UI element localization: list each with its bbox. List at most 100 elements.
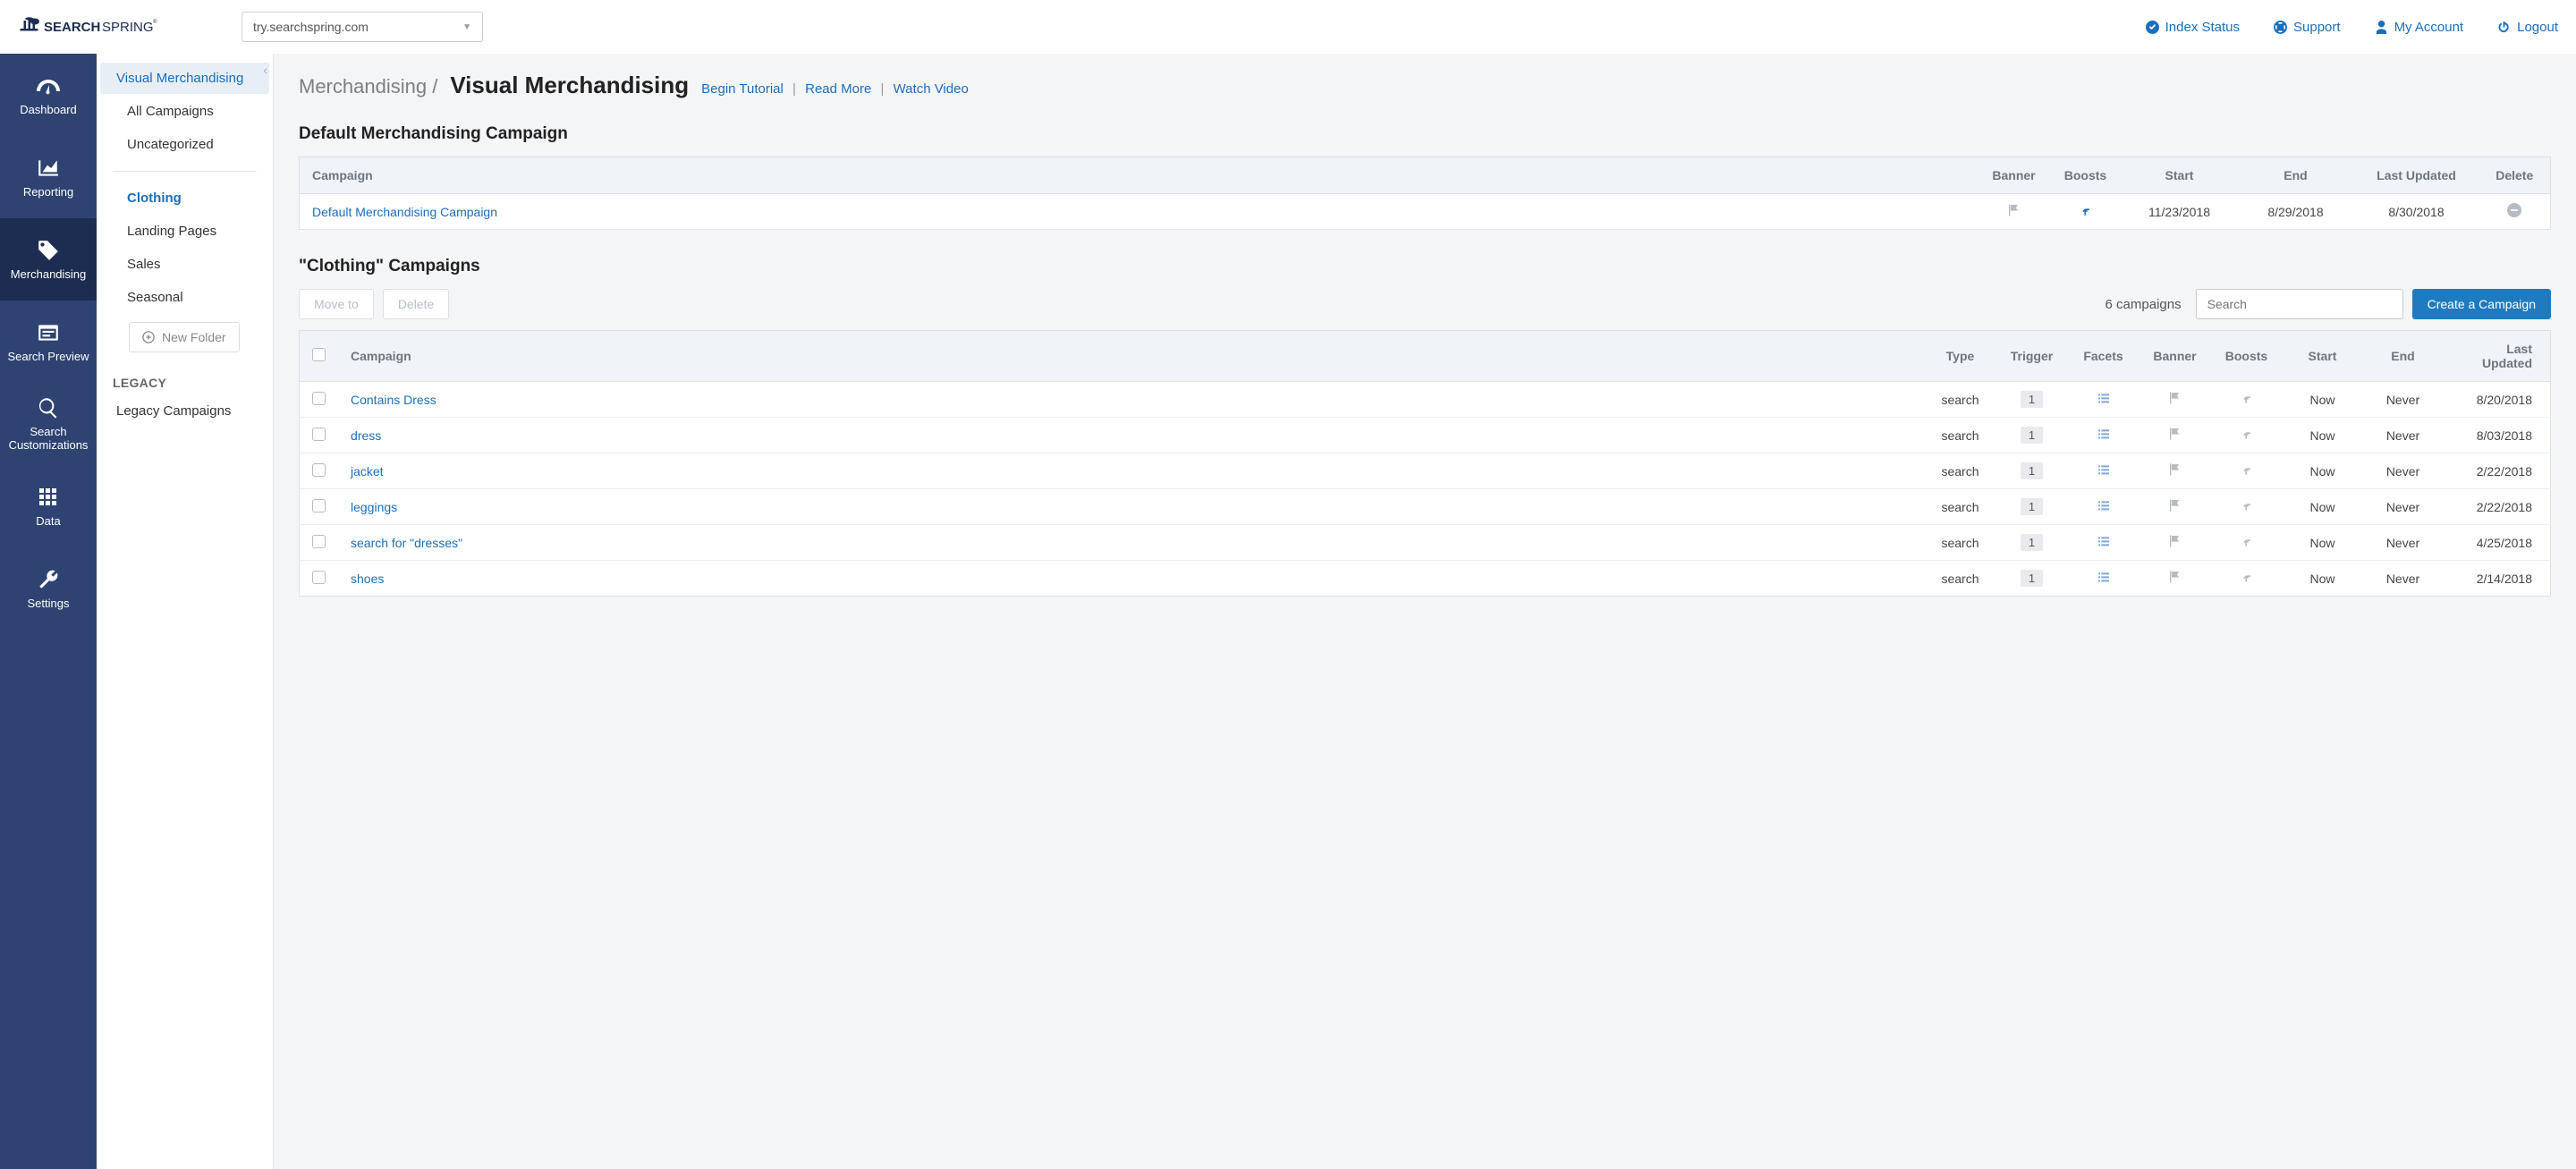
- nav-logout[interactable]: Logout: [2497, 20, 2558, 35]
- boosts-cell: [2211, 453, 2283, 489]
- site-selector[interactable]: try.searchspring.com ▼: [242, 12, 483, 42]
- col-type[interactable]: Type: [1925, 331, 1996, 382]
- banner-cell: [2140, 561, 2211, 597]
- subnav-all-campaigns[interactable]: All Campaigns: [100, 96, 269, 127]
- select-all-checkbox[interactable]: [312, 348, 326, 361]
- rail-search-customizations[interactable]: Search Customizations: [0, 383, 97, 465]
- delete-button[interactable]: Delete: [383, 289, 449, 319]
- delete-cell[interactable]: [2479, 194, 2551, 230]
- flag-icon: [2168, 427, 2182, 441]
- nav-support[interactable]: Support: [2274, 20, 2341, 35]
- last-updated-cell: 8/30/2018: [2354, 194, 2479, 230]
- col-campaign[interactable]: Campaign: [338, 331, 1925, 382]
- subnav-clothing[interactable]: Clothing: [100, 182, 269, 214]
- last-updated-cell: 4/25/2018: [2444, 525, 2551, 561]
- campaign-link[interactable]: jacket: [351, 464, 384, 479]
- boost-icon: [2240, 427, 2254, 441]
- subnav-uncategorized[interactable]: Uncategorized: [100, 129, 269, 160]
- col-banner[interactable]: Banner: [2140, 331, 2211, 382]
- campaign-link[interactable]: dress: [351, 428, 381, 443]
- facets-cell: [2068, 382, 2140, 418]
- table-row: shoessearch1NowNever2/14/2018: [300, 561, 2551, 597]
- col-banner: Banner: [1979, 157, 2050, 194]
- campaign-link[interactable]: Contains Dress: [351, 393, 436, 407]
- flag-icon: [2168, 462, 2182, 477]
- minus-circle-icon: [2507, 203, 2521, 217]
- type-cell: search: [1925, 561, 1996, 597]
- rail-reporting[interactable]: Reporting: [0, 136, 97, 218]
- subnav-sales[interactable]: Sales: [100, 249, 269, 280]
- gauge-icon: [37, 74, 60, 97]
- subnav-landing-pages[interactable]: Landing Pages: [100, 216, 269, 247]
- table-row: search for "dresses"search1NowNever4/25/…: [300, 525, 2551, 561]
- logo[interactable]: SEARCH SPRING ®: [18, 9, 215, 45]
- col-boosts[interactable]: Boosts: [2211, 331, 2283, 382]
- campaign-link[interactable]: search for "dresses": [351, 536, 462, 550]
- col-last-updated: Last Updated: [2354, 157, 2479, 194]
- page-title: Visual Merchandising: [450, 72, 689, 99]
- facets-cell: [2068, 561, 2140, 597]
- grid-icon: [37, 486, 60, 509]
- banner-cell: [2140, 489, 2211, 525]
- subnav-legacy-campaigns[interactable]: Legacy Campaigns: [100, 395, 269, 427]
- create-campaign-button[interactable]: Create a Campaign: [2412, 289, 2551, 319]
- col-facets[interactable]: Facets: [2068, 331, 2140, 382]
- row-checkbox[interactable]: [312, 428, 326, 441]
- svg-text:SEARCH: SEARCH: [44, 20, 100, 35]
- preview-icon: [37, 321, 60, 344]
- collapse-subnav-icon[interactable]: ‹: [263, 63, 267, 77]
- col-trigger[interactable]: Trigger: [1996, 331, 2068, 382]
- search-input[interactable]: [2196, 289, 2403, 319]
- rail-settings[interactable]: Settings: [0, 547, 97, 630]
- boosts-cell: [2211, 418, 2283, 453]
- table-row: leggingssearch1NowNever2/22/2018: [300, 489, 2551, 525]
- default-section-title: Default Merchandising Campaign: [299, 124, 2551, 144]
- boosts-cell: [2050, 194, 2122, 230]
- campaign-count: 6 campaigns: [2106, 297, 2182, 312]
- start-cell: Now: [2283, 453, 2363, 489]
- nav-my-account[interactable]: My Account: [2375, 20, 2464, 35]
- col-last-updated[interactable]: Last Updated: [2444, 331, 2551, 382]
- subnav: ‹ Visual Merchandising All Campaigns Unc…: [97, 54, 274, 1169]
- col-end[interactable]: End: [2363, 331, 2444, 382]
- rail-dashboard[interactable]: Dashboard: [0, 54, 97, 136]
- campaign-link[interactable]: Default Merchandising Campaign: [312, 205, 497, 219]
- new-folder-button[interactable]: New Folder: [129, 322, 240, 352]
- link-watch-video[interactable]: Watch Video: [894, 81, 969, 97]
- row-checkbox[interactable]: [312, 463, 326, 477]
- rail-search-preview[interactable]: Search Preview: [0, 301, 97, 383]
- chart-icon: [37, 157, 60, 180]
- boost-icon: [2240, 391, 2254, 405]
- col-delete: Delete: [2479, 157, 2551, 194]
- rail-data[interactable]: Data: [0, 465, 97, 547]
- trigger-cell: 1: [1996, 453, 2068, 489]
- type-cell: search: [1925, 418, 1996, 453]
- svg-text:SPRING: SPRING: [102, 20, 154, 35]
- start-cell: 11/23/2018: [2122, 194, 2238, 230]
- col-start[interactable]: Start: [2283, 331, 2363, 382]
- end-cell: Never: [2363, 418, 2444, 453]
- main-rail: Dashboard Reporting Merchandising Search…: [0, 54, 97, 1169]
- campaign-link[interactable]: leggings: [351, 500, 397, 514]
- flag-icon: [2168, 534, 2182, 548]
- start-cell: Now: [2283, 382, 2363, 418]
- facets-cell: [2068, 453, 2140, 489]
- move-to-button[interactable]: Move to: [299, 289, 374, 319]
- col-checkbox: [300, 331, 339, 382]
- link-read-more[interactable]: Read More: [805, 81, 871, 97]
- subnav-visual-merchandising[interactable]: Visual Merchandising: [100, 63, 269, 94]
- campaign-link[interactable]: shoes: [351, 572, 384, 586]
- rail-merchandising[interactable]: Merchandising: [0, 218, 97, 301]
- nav-index-status[interactable]: Index Status: [2146, 20, 2240, 35]
- facets-cell: [2068, 418, 2140, 453]
- clothing-campaign-table: Campaign Type Trigger Facets Banner Boos…: [299, 330, 2551, 597]
- start-cell: Now: [2283, 418, 2363, 453]
- subnav-seasonal[interactable]: Seasonal: [100, 282, 269, 313]
- row-checkbox[interactable]: [312, 392, 326, 405]
- row-checkbox[interactable]: [312, 499, 326, 512]
- row-checkbox[interactable]: [312, 535, 326, 548]
- trigger-cell: 1: [1996, 489, 2068, 525]
- row-checkbox[interactable]: [312, 571, 326, 584]
- boost-icon: [2240, 534, 2254, 548]
- link-begin-tutorial[interactable]: Begin Tutorial: [701, 81, 784, 97]
